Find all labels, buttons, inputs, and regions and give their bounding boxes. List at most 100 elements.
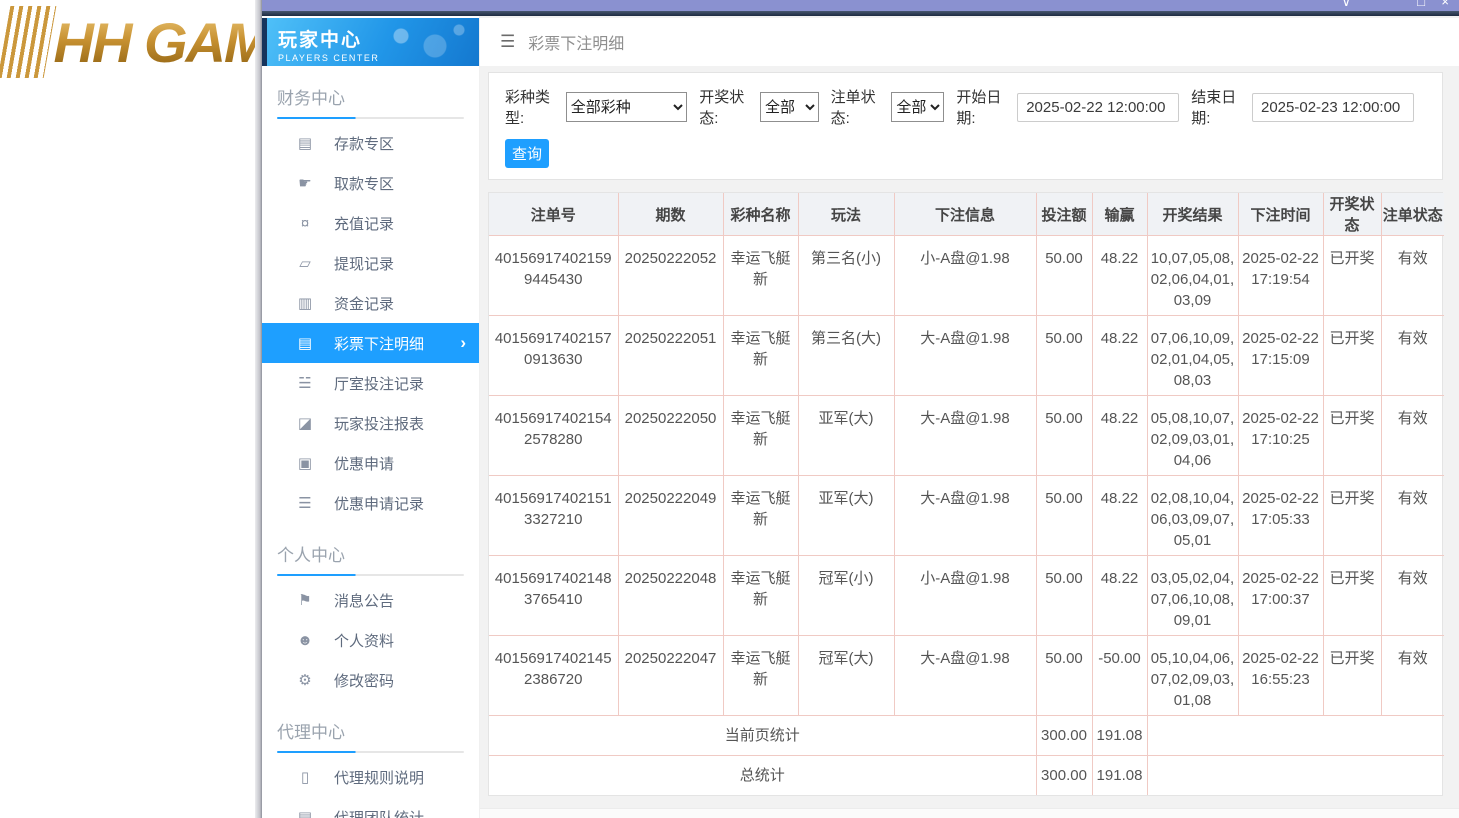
table-cell: 已开奖 [1322, 395, 1382, 476]
sidebar-item-promo-record[interactable]: ☰ 优惠申请记录 [262, 483, 479, 523]
table-cell: 2025-02-22 17:00:37 [1237, 555, 1324, 636]
table-cell: 05,08,10,07,02,09,03,01,04,06 [1146, 395, 1239, 476]
table-row: 401569174021542578280 20250222050 幸运飞艇新 亚军(… [489, 395, 1444, 476]
site-logo[interactable]: HH GAME [0, 6, 255, 78]
sidebar-item-withdraw[interactable]: ☛ 取款专区 [262, 163, 479, 203]
report-chart-icon: ◪ [297, 415, 313, 432]
table-cell: 大-A盘@1.98 [893, 315, 1037, 396]
sidebar-title: 玩家中心 [278, 30, 363, 51]
sidebar-item-hall-bets[interactable]: ☱ 厅室投注记录 [262, 363, 479, 403]
sidebar-item-promo-apply[interactable]: ▣ 优惠申请 [262, 443, 479, 483]
maximize-icon[interactable]: □ [1417, 0, 1425, 9]
table-cell: 2025-02-22 17:15:09 [1237, 315, 1324, 396]
table-cell: 亚军(大) [797, 475, 895, 556]
column-header: 输赢 [1091, 193, 1148, 236]
table-cell: 幸运飞艇新 [722, 555, 799, 636]
column-header: 开奖结果 [1146, 193, 1239, 236]
main-header: ☰ 彩票下注明细 [480, 18, 1459, 66]
search-button[interactable]: 查询 [505, 139, 549, 168]
section-divider [277, 117, 464, 119]
sidebar-item-label: 彩票下注明细 [334, 335, 425, 353]
table-row: 401569174021513327210 20250222049 幸运飞艇新 亚军(… [489, 475, 1444, 556]
sidebar-subtitle: PLAYERS CENTER [278, 53, 380, 63]
lottery-type-label: 彩种类型: [505, 89, 551, 127]
sidebar-item-label: 资金记录 [334, 295, 395, 313]
list-record-icon: ☰ [298, 495, 312, 512]
summary-empty [1146, 715, 1444, 756]
table-cell: 亚军(大) [797, 395, 895, 476]
chevron-down-icon[interactable]: ∨ [1341, 0, 1351, 9]
moneybag-icon: ¤ [300, 214, 310, 232]
sidebar-item-label: 个人资料 [334, 632, 395, 650]
table-cell: 10,07,05,08,02,06,04,01,03,09 [1146, 235, 1239, 316]
sidebar: 玩家中心 PLAYERS CENTER 财务中心 ▤ 存款专区 ☛ 取款专区 ¤ 充值记录 ▱… [262, 16, 480, 818]
table-row: 401569174021599445430 20250222052 幸运飞艇新 第三名… [489, 235, 1444, 316]
underlying-page: HH GAME [0, 0, 255, 818]
sidebar-item-label: 优惠申请 [334, 455, 395, 473]
column-header: 期数 [617, 193, 724, 236]
table-cell: 冠军(大) [797, 635, 895, 716]
table-cell: 大-A盘@1.98 [893, 475, 1037, 556]
table-cell: 05,10,04,06,07,02,09,03,01,08 [1146, 635, 1239, 716]
logo-text: HH GAME [54, 10, 255, 75]
table-cell: 401569174021452386720 [489, 635, 619, 716]
bet-status-select[interactable]: 全部 [891, 92, 945, 122]
table-cell: 20250222050 [617, 395, 724, 476]
section-title: 个人中心 [277, 546, 345, 565]
table-cell: 02,08,10,04,06,03,09,07,05,01 [1146, 475, 1239, 556]
table-cell: 2025-02-22 17:19:54 [1237, 235, 1324, 316]
table-cell: 第三名(大) [797, 315, 895, 396]
column-header: 彩种名称 [722, 193, 799, 236]
summary-winloss-total: 191.08 [1091, 755, 1148, 795]
sidebar-item-lottery-bets[interactable]: ▤ 彩票下注明细 › [262, 323, 479, 363]
close-icon[interactable]: × [1441, 0, 1449, 9]
sidebar-item-funds-record[interactable]: ▥ 资金记录 [262, 283, 479, 323]
section-divider [277, 574, 464, 576]
table-cell: 已开奖 [1322, 635, 1382, 716]
bets-table: 注单号 期数 彩种名称 玩法 下注信息 投注额 输赢 开奖结果 下注时间 开奖状态 注单状态 401… [489, 193, 1444, 795]
table-cell: 20250222047 [617, 635, 724, 716]
table-cell: 冠军(小) [797, 555, 895, 636]
draw-status-select[interactable]: 全部 [760, 92, 819, 122]
sidebar-item-label: 消息公告 [334, 592, 395, 610]
column-header: 下注信息 [893, 193, 1037, 236]
table-cell: 2025-02-22 17:10:25 [1237, 395, 1324, 476]
sidebar-item-label: 提现记录 [334, 255, 395, 273]
table-cell: 48.22 [1091, 395, 1148, 476]
end-date-label: 结束日期: [1191, 89, 1237, 127]
banknotes-icon: ▥ [297, 295, 313, 312]
sidebar-header: 玩家中心 PLAYERS CENTER [262, 18, 479, 66]
section-title: 财务中心 [277, 89, 345, 108]
gift-icon: ▣ [297, 455, 313, 472]
table-cell: 48.22 [1091, 315, 1148, 396]
sidebar-item-label: 修改密码 [334, 672, 395, 690]
sidebar-item-label: 玩家投注报表 [334, 415, 425, 433]
table-cell: 已开奖 [1322, 235, 1382, 316]
sidebar-item-password[interactable]: ⚙ 修改密码 [262, 660, 479, 700]
sidebar-item-player-report[interactable]: ◪ 玩家投注报表 [262, 403, 479, 443]
sidebar-item-messages[interactable]: ⚑ 消息公告 [262, 580, 479, 620]
sidebar-item-deposit[interactable]: ▤ 存款专区 [262, 123, 479, 163]
column-header: 下注时间 [1237, 193, 1324, 236]
summary-bet-total: 300.00 [1035, 715, 1093, 756]
sidebar-item-agent-rules[interactable]: ▯ 代理规则说明 [262, 757, 479, 797]
end-date-input[interactable] [1251, 92, 1414, 122]
sidebar-item-agent-team[interactable]: ▤ 代理团队统计 [262, 797, 479, 818]
lottery-type-select[interactable]: 全部彩种 [565, 92, 688, 122]
sidebar-item-label: 优惠申请记录 [334, 495, 425, 513]
sidebar-item-recharge-record[interactable]: ¤ 充值记录 [262, 203, 479, 243]
hamburger-menu-icon[interactable]: ☰ [500, 32, 515, 52]
table-cell: 401569174021542578280 [489, 395, 619, 476]
bet-detail-icon: ▤ [297, 335, 313, 352]
table-cell: 有效 [1380, 555, 1444, 636]
sidebar-item-withdrawal-record[interactable]: ▱ 提现记录 [262, 243, 479, 283]
table-cell: 已开奖 [1322, 475, 1382, 556]
summary-label: 总统计 [489, 755, 1037, 795]
main-panel: ☰ 彩票下注明细 彩种类型: 全部彩种 开奖状态: 全部 注单状态: 全部 开始… [480, 16, 1459, 818]
table-row: 401569174021570913630 20250222051 幸运飞艇新 第三名… [489, 315, 1444, 396]
table-cell: 已开奖 [1322, 555, 1382, 636]
sidebar-item-profile[interactable]: ☻ 个人资料 [262, 620, 479, 660]
section-divider [277, 751, 464, 753]
start-date-input[interactable] [1017, 92, 1180, 122]
table-cell: 48.22 [1091, 555, 1148, 636]
